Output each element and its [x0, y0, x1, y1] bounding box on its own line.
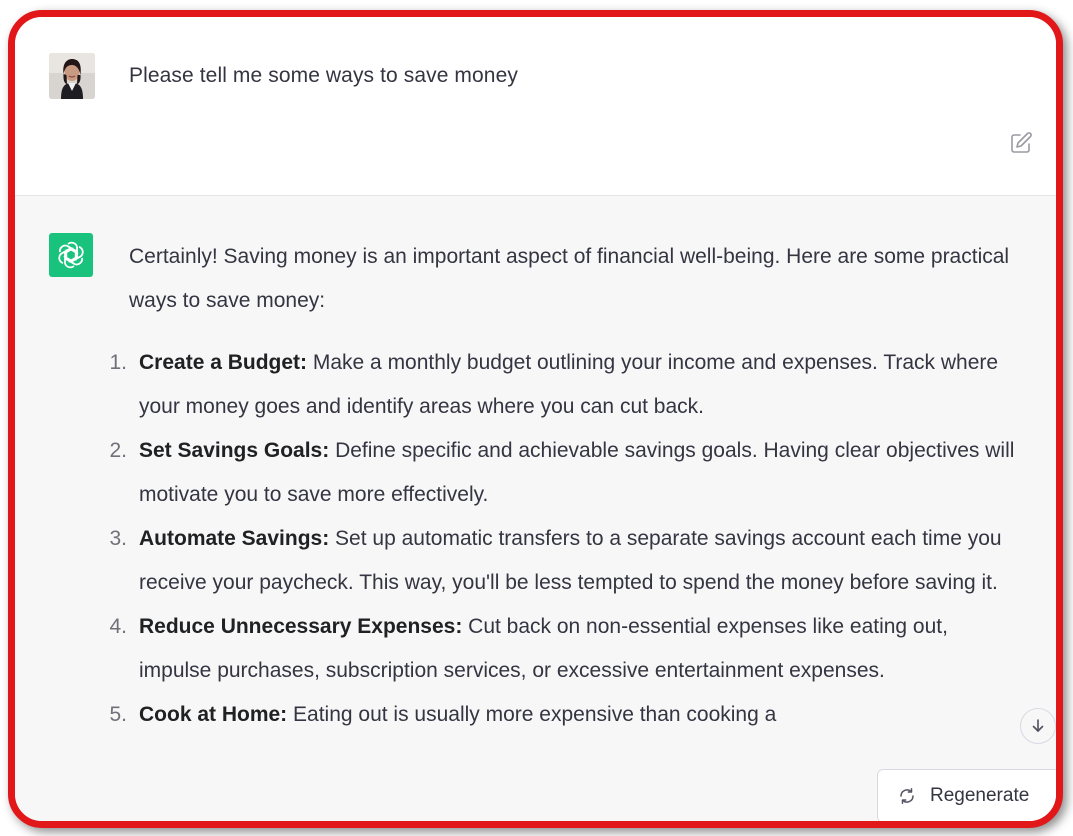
list-item: 4. Reduce Unnecessary Expenses: Cut back … [109, 605, 1019, 693]
list-number: 5. [109, 703, 127, 726]
chat-window: Please tell me some ways to save money C… [8, 10, 1063, 828]
list-number: 4. [109, 615, 127, 638]
list-item-title: Create a Budget: [139, 351, 308, 374]
user-message-row: Please tell me some ways to save money [15, 17, 1056, 196]
list-item: 3. Automate Savings: Set up automatic tra… [109, 517, 1019, 605]
regenerate-label: Regenerate [930, 785, 1030, 806]
list-item-text: Eating out is usually more expensive tha… [287, 703, 777, 726]
openai-logo-icon [49, 233, 93, 277]
assistant-message-body: Certainly! Saving money is an important … [109, 235, 1019, 737]
arrow-down-icon [1032, 719, 1044, 732]
list-item-title: Set Savings Goals: [139, 439, 330, 462]
list-number: 1. [109, 351, 127, 374]
list-item-title: Reduce Unnecessary Expenses: [139, 615, 463, 638]
savings-tips-list: 1. Create a Budget: Make a monthly budget… [109, 341, 1019, 737]
regenerate-button[interactable]: Regenerate [877, 769, 1056, 821]
scroll-to-bottom-button[interactable] [1020, 708, 1056, 744]
list-item: 2. Set Savings Goals: Define specific and… [109, 429, 1019, 517]
list-item-title: Automate Savings: [139, 527, 330, 550]
list-item-title: Cook at Home: [139, 703, 288, 726]
refresh-icon [900, 788, 914, 804]
list-number: 2. [109, 439, 127, 462]
edit-pencil-icon[interactable] [1009, 131, 1033, 155]
user-avatar-photo-icon [49, 53, 95, 99]
list-item: 5. Cook at Home: Eating out is usually mo… [109, 693, 1019, 737]
user-avatar [49, 53, 95, 99]
user-message-text: Please tell me some ways to save money [129, 64, 518, 87]
assistant-intro: Certainly! Saving money is an important … [129, 245, 1010, 312]
assistant-message-row: Certainly! Saving money is an important … [15, 196, 1056, 821]
list-number: 3. [109, 527, 127, 550]
list-item: 1. Create a Budget: Make a monthly budget… [109, 341, 1019, 429]
